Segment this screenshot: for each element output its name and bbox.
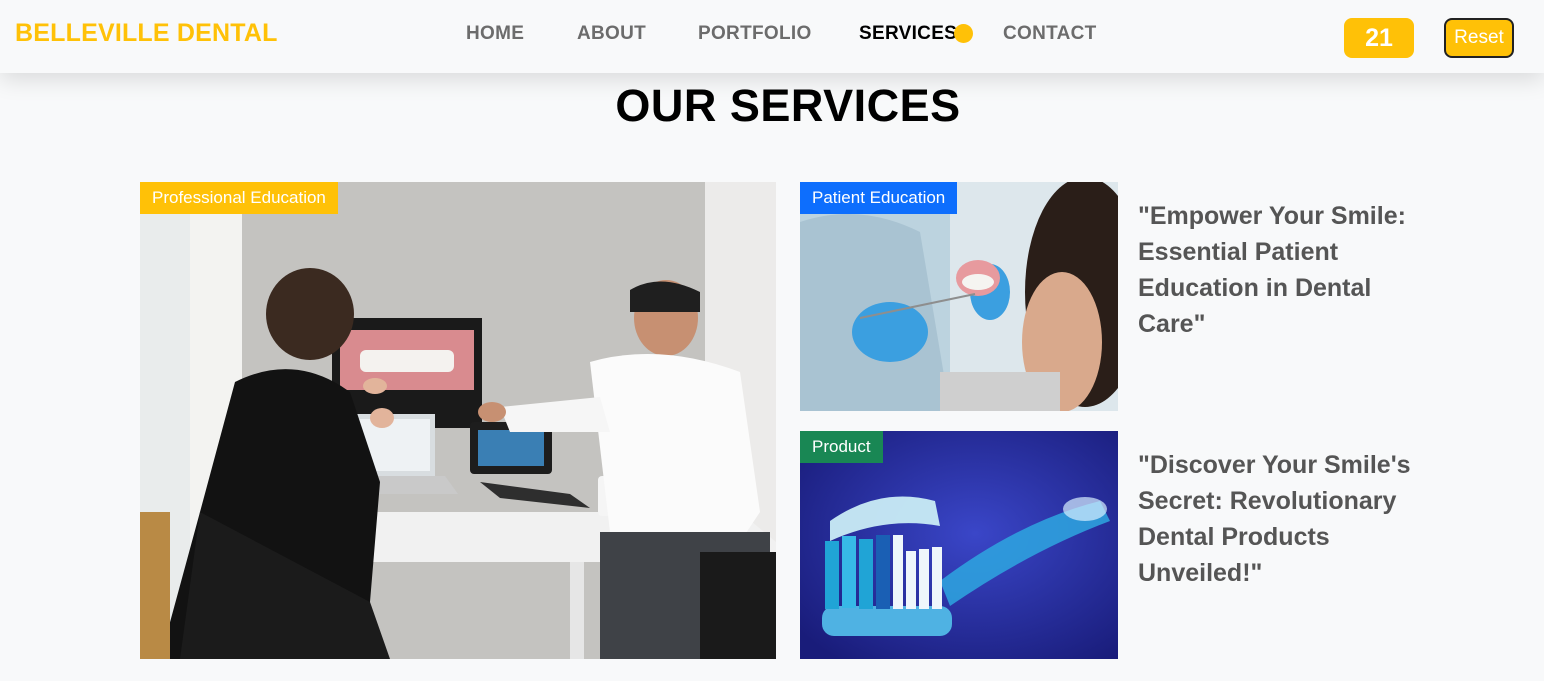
product-image xyxy=(800,431,1118,659)
patient-education-title[interactable]: "Empower Your Smile: Essential Patient E… xyxy=(1138,198,1438,342)
professional-education-card[interactable]: Professional Education xyxy=(140,182,776,659)
patient-education-image xyxy=(800,182,1118,411)
nav-link-about[interactable]: ABOUT xyxy=(577,23,646,45)
nav-link-contact[interactable]: CONTACT xyxy=(1003,23,1097,45)
patient-education-card[interactable]: Patient Education xyxy=(800,182,1118,411)
section-title: OUR SERVICES xyxy=(615,80,961,131)
badge-patient-education: Patient Education xyxy=(800,182,958,214)
score-counter: 21 xyxy=(1344,18,1414,58)
navbar: BELLEVILLE DENTAL HOME ABOUT PORTFOLIO S… xyxy=(0,0,1544,73)
brand-logo[interactable]: BELLEVILLE DENTAL xyxy=(15,19,278,48)
product-card[interactable]: Product xyxy=(800,431,1118,659)
reset-button[interactable]: Reset xyxy=(1444,18,1514,58)
professional-education-image xyxy=(140,182,776,659)
nav-link-home[interactable]: HOME xyxy=(466,23,524,45)
nav-link-services[interactable]: SERVICES xyxy=(859,23,957,45)
product-title[interactable]: "Discover Your Smile's Secret: Revolutio… xyxy=(1138,447,1438,591)
nav-link-portfolio[interactable]: PORTFOLIO xyxy=(698,23,812,45)
badge-professional-education: Professional Education xyxy=(140,182,338,214)
badge-product: Product xyxy=(800,431,883,463)
active-indicator-dot xyxy=(954,24,973,43)
